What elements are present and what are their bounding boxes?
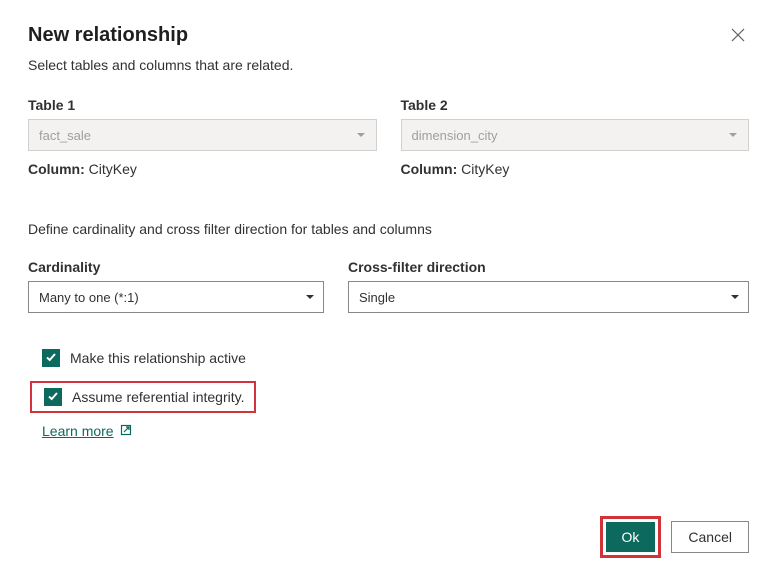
external-link-icon <box>120 423 132 439</box>
crossfilter-select[interactable]: Single <box>348 281 749 313</box>
table2-select: dimension_city <box>401 119 750 151</box>
chevron-down-icon <box>356 128 366 143</box>
table2-column-value: CityKey <box>461 161 509 177</box>
cancel-button[interactable]: Cancel <box>671 521 749 553</box>
chevron-down-icon <box>305 290 315 305</box>
section-description: Define cardinality and cross filter dire… <box>28 221 749 237</box>
crossfilter-value: Single <box>359 290 395 305</box>
cardinality-value: Many to one (*:1) <box>39 290 139 305</box>
cardinality-label: Cardinality <box>28 259 324 275</box>
table2-label: Table 2 <box>401 97 750 113</box>
table1-column-label: Column: <box>28 161 85 177</box>
active-checkbox[interactable] <box>42 349 60 367</box>
table2-column-info: Column: CityKey <box>401 161 750 177</box>
learn-more-text: Learn more <box>42 423 114 439</box>
dialog-title: New relationship <box>28 24 188 47</box>
referential-checkbox-label: Assume referential integrity. <box>72 389 244 405</box>
table1-column-info: Column: CityKey <box>28 161 377 177</box>
crossfilter-label: Cross-filter direction <box>348 259 749 275</box>
chevron-down-icon <box>730 290 740 305</box>
table2-column-label: Column: <box>401 161 458 177</box>
table2-value: dimension_city <box>412 128 498 143</box>
table1-select: fact_sale <box>28 119 377 151</box>
ok-button-highlight: Ok <box>600 516 662 558</box>
close-button[interactable] <box>727 24 749 49</box>
cardinality-select[interactable]: Many to one (*:1) <box>28 281 324 313</box>
checkmark-icon <box>45 351 57 366</box>
learn-more-link[interactable]: Learn more <box>42 423 132 439</box>
checkmark-icon <box>47 390 59 405</box>
dialog-subtitle: Select tables and columns that are relat… <box>28 57 749 73</box>
ok-button[interactable]: Ok <box>606 522 656 552</box>
referential-checkbox[interactable] <box>44 388 62 406</box>
table1-value: fact_sale <box>39 128 91 143</box>
active-checkbox-row[interactable]: Make this relationship active <box>28 349 749 367</box>
close-icon <box>731 28 745 45</box>
chevron-down-icon <box>728 128 738 143</box>
active-checkbox-label: Make this relationship active <box>70 350 246 366</box>
table1-label: Table 1 <box>28 97 377 113</box>
referential-highlight: Assume referential integrity. <box>30 381 256 413</box>
table1-column-value: CityKey <box>89 161 137 177</box>
